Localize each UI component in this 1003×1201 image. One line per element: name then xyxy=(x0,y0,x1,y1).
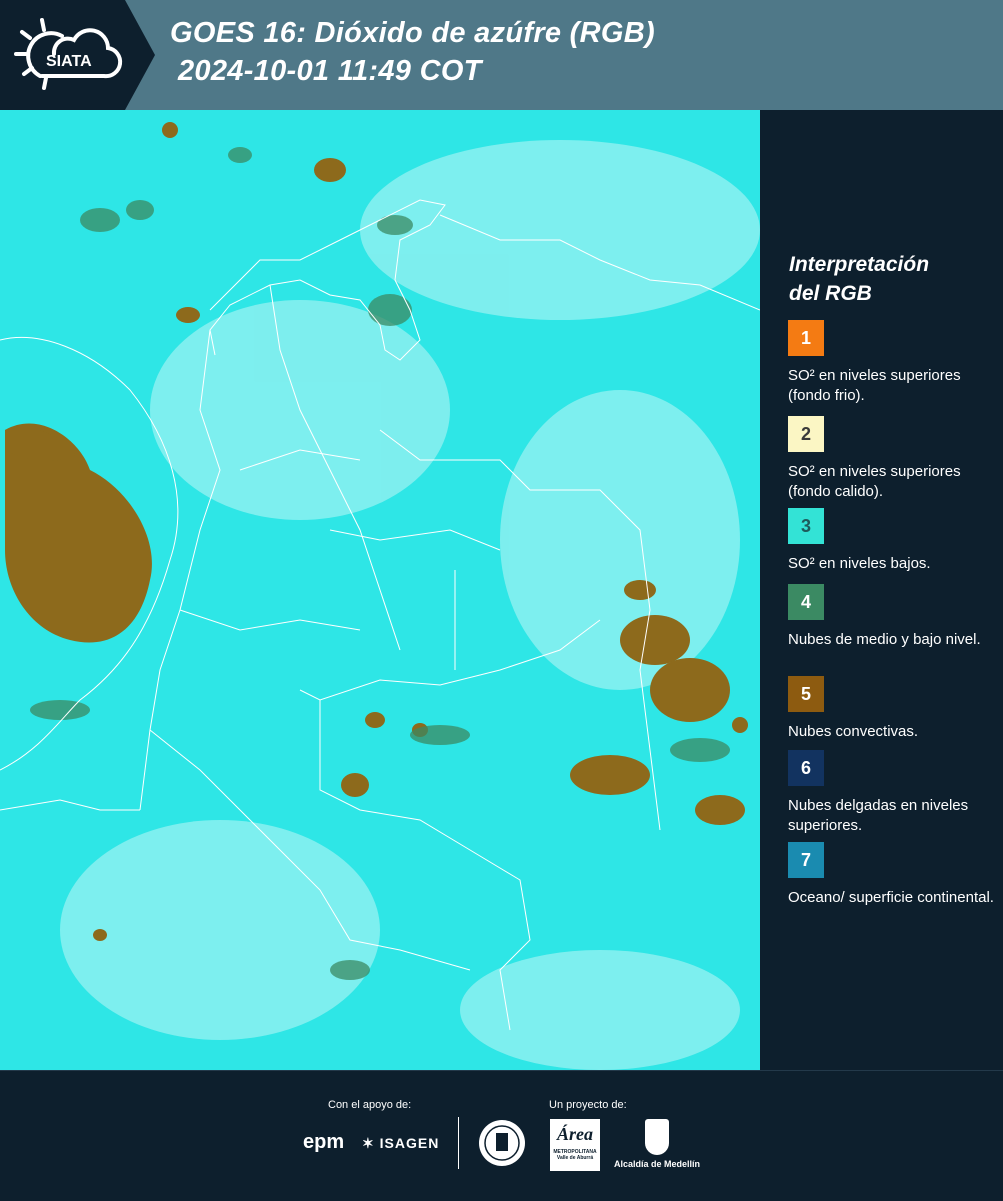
support-label: Con el apoyo de: xyxy=(328,1099,412,1111)
legend-label: SO² en niveles bajos. xyxy=(788,555,931,572)
epm-logo: epm xyxy=(303,1131,345,1153)
legend-item: 1 SO² en niveles superiores (fondo frio). xyxy=(788,320,998,406)
legend-panel: Interpretación del RGB 1 SO² en niveles s… xyxy=(760,110,1003,1070)
alcaldia-label: Alcaldía de Medellín xyxy=(613,1159,701,1169)
legend-label: SO² en niveles superiores (fondo calido)… xyxy=(788,463,961,500)
legend-item: 7 Oceano/ superficie continental. xyxy=(788,842,998,908)
footer: Con el apoyo de: Un proyecto de: epm ✶ I… xyxy=(0,1070,1003,1201)
page-title: GOES 16: Dióxido de azúfre (RGB) 2024-10… xyxy=(170,14,655,90)
legend-swatch: 5 xyxy=(788,676,824,712)
siata-logo: SIATA xyxy=(0,0,155,110)
area-label: Área xyxy=(557,1124,593,1144)
legend-title-line2: del RGB xyxy=(789,282,872,305)
satellite-map xyxy=(0,110,760,1070)
legend-swatch: 4 xyxy=(788,584,824,620)
sun-cloud-icon: SIATA xyxy=(14,18,123,90)
legend-label: Nubes convectivas. xyxy=(788,723,919,740)
legend-swatch: 3 xyxy=(788,508,824,544)
legend-label: Oceano/ superficie continental. xyxy=(788,889,994,906)
satellite-image xyxy=(0,110,760,1070)
legend-label: Nubes de medio y bajo nivel. xyxy=(788,631,981,648)
legend-item: 4 Nubes de medio y bajo nivel. xyxy=(788,584,998,650)
legend-item: 5 Nubes convectivas. xyxy=(788,676,998,742)
legend-item: 3 SO² en niveles bajos. xyxy=(788,508,998,574)
legend-swatch: 7 xyxy=(788,842,824,878)
isagen-logo: ✶ ISAGEN xyxy=(362,1135,440,1151)
area-metropolitana-logo: Área METROPOLITANA Valle de Aburrá xyxy=(550,1119,600,1171)
legend-item: 6 Nubes delgadas en niveles superiores. xyxy=(788,750,998,836)
medellin-seal-icon xyxy=(479,1120,525,1166)
svg-text:SIATA: SIATA xyxy=(46,53,92,70)
legend-label: Nubes delgadas en niveles superiores. xyxy=(788,797,969,834)
legend-swatch: 6 xyxy=(788,750,824,786)
shield-icon xyxy=(645,1119,669,1155)
legend-swatch: 2 xyxy=(788,416,824,452)
legend-item: 2 SO² en niveles superiores (fondo calido… xyxy=(788,416,998,502)
project-label: Un proyecto de: xyxy=(549,1099,627,1111)
area-sublabel: METROPOLITANA Valle de Aburrá xyxy=(553,1149,597,1161)
legend-swatch: 1 xyxy=(788,320,824,356)
legend-title: Interpretación del RGB xyxy=(789,250,929,308)
legend-title-line1: Interpretación xyxy=(789,253,930,276)
alcaldia-logo: Alcaldía de Medellín xyxy=(612,1119,702,1169)
legend-label: SO² en niveles superiores (fondo frio). xyxy=(788,367,961,404)
title-product: GOES 16: Dióxido de azúfre (RGB) xyxy=(170,17,655,49)
footer-divider xyxy=(458,1117,459,1169)
header-bar: SIATA GOES 16: Dióxido de azúfre (RGB) 2… xyxy=(0,0,1003,110)
title-timestamp: 2024-10-01 11:49 COT xyxy=(178,55,482,87)
isagen-label: ISAGEN xyxy=(379,1135,440,1151)
